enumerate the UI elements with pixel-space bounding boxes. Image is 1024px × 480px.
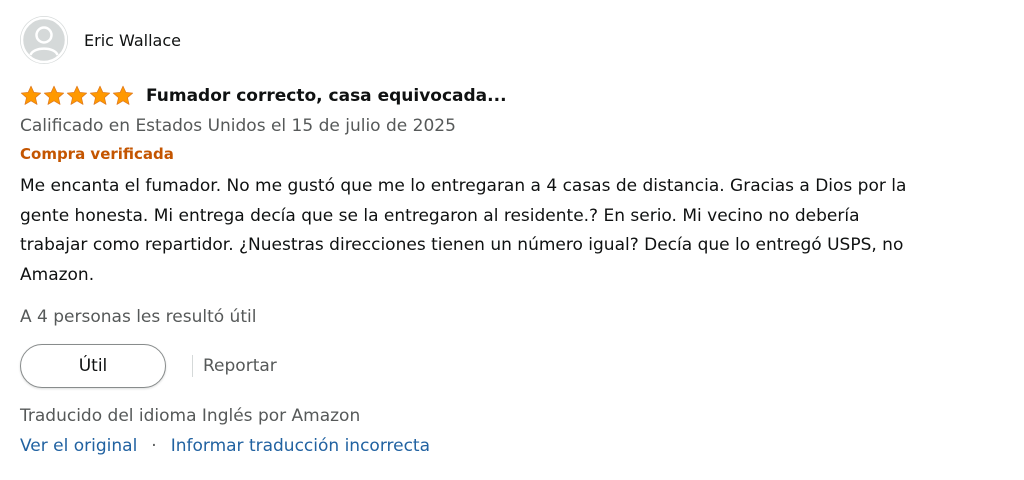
review-actions: Útil Reportar [20,343,1000,389]
reviewer-profile[interactable]: Eric Wallace [20,14,1000,66]
user-avatar-icon[interactable] [20,16,68,64]
review-body-line: Amazon. [20,264,95,285]
review-card: Eric Wallace Fumador correcto, casa equi… [20,14,1000,458]
helpful-button[interactable]: Útil [20,344,166,388]
link-separator: · [151,436,157,456]
review-body-line: gente honesta. Mi entrega decía que se l… [20,205,860,226]
reviewer-name[interactable]: Eric Wallace [84,31,181,50]
report-link[interactable]: Reportar [203,356,277,376]
star-icon [66,85,88,105]
review-title[interactable]: Fumador correcto, casa equivocada... [146,86,507,106]
star-icon [43,85,65,105]
report-translation-link[interactable]: Informar traducción incorrecta [171,434,430,458]
action-divider [192,355,193,377]
star-icon [112,85,134,105]
review-title-row: Fumador correcto, casa equivocada... [20,82,1000,110]
review-date: Calificado en Estados Unidos el 15 de ju… [20,116,456,136]
star-icon [20,85,42,105]
star-icon [89,85,111,105]
translation-links: Ver el original · Informar traducción in… [20,434,1000,458]
review-body-line: Me encanta el fumador. No me gustó que m… [20,176,907,196]
star-rating[interactable] [20,85,134,107]
view-original-link[interactable]: Ver el original [20,434,137,458]
user-silhouette-icon [20,16,68,64]
review-body-line: trabajar como repartidor. ¿Nuestras dire… [20,235,904,255]
review-body: Me encanta el fumador. No me gustó que m… [20,172,995,290]
verified-purchase-badge[interactable]: Compra verificada [20,144,1000,164]
helpful-count: A 4 personas les resultó útil [20,307,257,327]
translation-note: Traducido del idioma Inglés por Amazon [20,406,361,426]
